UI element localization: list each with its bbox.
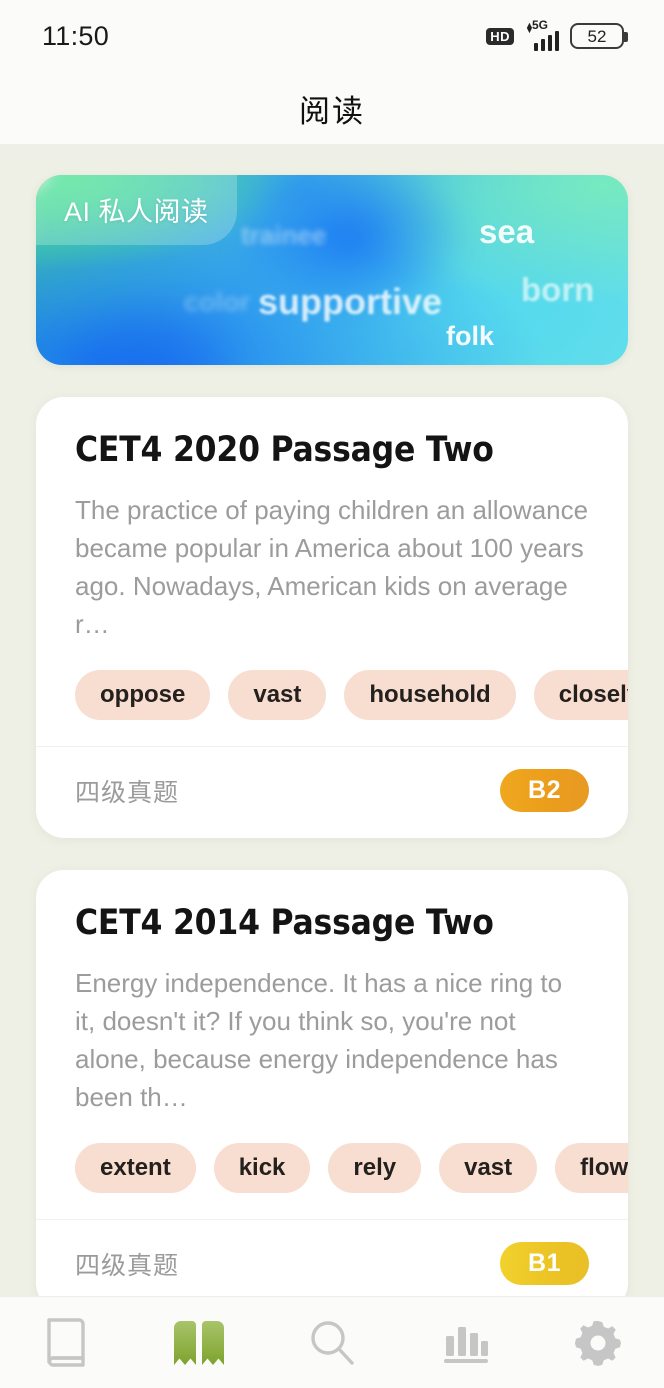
page-title: 阅读 — [299, 93, 365, 129]
battery-level-label: 52 — [587, 26, 607, 46]
page-title-bar: 阅读 — [0, 72, 664, 145]
passage-title: CET4 2020 Passage Two — [75, 430, 494, 470]
word-chip[interactable]: rely — [328, 1143, 422, 1193]
reading-app-screen: 11:50 HD ▲ ▼ 5G 52 阅读 trainee sea born c… — [0, 0, 664, 1388]
passage-card-footer: 四级真题 B2 — [36, 746, 628, 838]
passage-excerpt: The practice of paying children an allow… — [75, 495, 589, 640]
passage-card-footer: 四级真题 B1 — [36, 1219, 628, 1296]
banner-word-sea: sea — [479, 213, 535, 250]
hd-icon: HD — [486, 27, 514, 45]
passage-card[interactable]: CET4 2014 Passage Two Energy independenc… — [36, 870, 628, 1296]
status-indicators: HD ▲ ▼ 5G 52 — [486, 17, 628, 51]
word-chip[interactable]: flow — [555, 1143, 628, 1193]
nav-item-search[interactable] — [266, 1297, 399, 1388]
word-chip[interactable]: household — [344, 670, 516, 720]
passage-source: 四级真题 — [75, 778, 180, 807]
difficulty-badge: B1 — [500, 1242, 589, 1285]
banner-word-born: born — [521, 271, 595, 308]
ai-reading-banner[interactable]: trainee sea born color supportive folk A… — [36, 175, 628, 365]
nav-item-reading[interactable] — [133, 1297, 266, 1388]
passage-title: CET4 2014 Passage Two — [75, 903, 494, 943]
gear-icon — [572, 1317, 624, 1369]
ai-private-reading-pill[interactable]: AI 私人阅读 — [36, 175, 237, 245]
passage-card[interactable]: CET4 2020 Passage Two The practice of pa… — [36, 397, 628, 838]
banner-word-trainee: trainee — [241, 220, 327, 250]
passage-excerpt: Energy independence. It has a nice ring … — [75, 968, 563, 1113]
search-icon — [305, 1316, 359, 1370]
battery-icon: 52 — [570, 23, 628, 49]
status-time: 11:50 — [42, 20, 110, 51]
content-scroll-area[interactable]: trainee sea born color supportive folk A… — [0, 146, 664, 1296]
banner-blob-decoration-2 — [36, 255, 296, 365]
closed-book-icon — [43, 1317, 89, 1369]
nav-item-settings[interactable] — [531, 1297, 664, 1388]
banner-word-color: color — [184, 287, 251, 317]
ai-private-reading-label: AI 私人阅读 — [64, 197, 209, 227]
bottom-navigation-bar — [0, 1296, 664, 1388]
nav-item-library[interactable] — [0, 1297, 133, 1388]
open-book-icon — [171, 1318, 227, 1368]
difficulty-badge: B2 — [500, 769, 589, 812]
nav-item-statistics[interactable] — [398, 1297, 531, 1388]
bar-chart-icon — [440, 1320, 490, 1366]
word-chip[interactable]: closely — [533, 670, 628, 720]
passage-source: 四级真题 — [75, 1251, 180, 1280]
word-chip[interactable]: oppose — [75, 670, 211, 720]
word-chip-list[interactable]: oppose vast household closely shall — [36, 670, 628, 720]
banner-word-supportive: supportive — [258, 281, 443, 322]
word-chip[interactable]: extent — [75, 1143, 196, 1193]
word-chip[interactable]: vast — [439, 1143, 538, 1193]
network-type-label: 5G — [532, 17, 549, 32]
signal-icon: ▲ ▼ 5G — [525, 17, 559, 51]
word-chip[interactable]: vast — [228, 670, 327, 720]
word-chip[interactable]: kick — [213, 1143, 311, 1193]
banner-word-folk: folk — [446, 321, 495, 351]
status-bar: 11:50 HD ▲ ▼ 5G 52 — [0, 0, 664, 72]
signal-bars-icon — [534, 30, 559, 51]
word-chip-list[interactable]: extent kick rely vast flow massive — [36, 1143, 628, 1193]
